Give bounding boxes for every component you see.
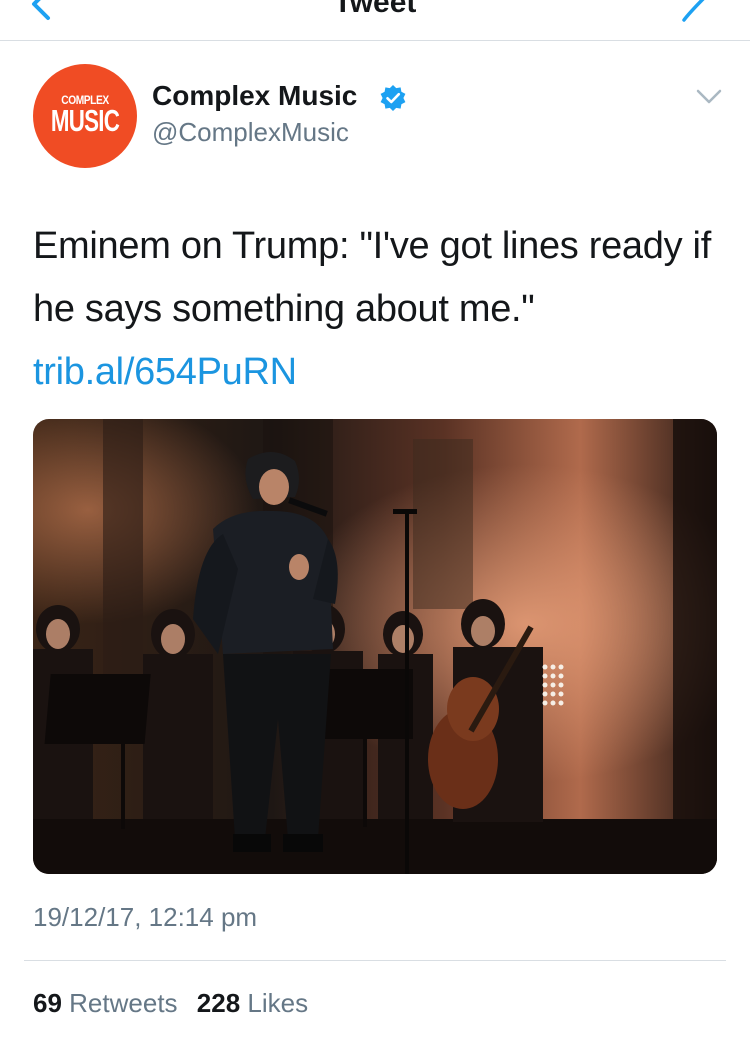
chevron-down-icon[interactable] <box>694 86 724 108</box>
retweets-count: 69 <box>33 988 62 1018</box>
tweet-stats: 69 Retweets 228 Likes <box>33 988 320 1019</box>
likes-stat[interactable]: 228 Likes <box>197 988 308 1018</box>
retweets-label: Retweets <box>69 988 178 1018</box>
author-display-name[interactable]: Complex Music <box>152 80 357 112</box>
avatar-logo-bottom: MUSIC <box>50 103 120 138</box>
verified-icon <box>380 85 406 111</box>
concert-photo-image <box>33 419 717 874</box>
page-title: Tweet <box>333 0 417 19</box>
author-handle[interactable]: @ComplexMusic <box>152 117 349 148</box>
tweet-timestamp: 19/12/17, 12:14 pm <box>33 902 258 932</box>
avatar[interactable]: COMPLEX MUSIC <box>33 64 137 168</box>
compose-icon[interactable] <box>676 0 716 26</box>
likes-count: 228 <box>196 988 241 1018</box>
tweet-text: Eminem on Trump: "I've got lines ready i… <box>33 215 713 404</box>
tweet-photo[interactable] <box>33 419 717 874</box>
navigation-bar: Tweet <box>0 0 750 41</box>
likes-label: Likes <box>247 988 309 1018</box>
retweets-stat[interactable]: 69 Retweets <box>33 988 178 1018</box>
tweet-body: Eminem on Trump: "I've got lines ready i… <box>33 225 711 330</box>
divider <box>24 960 726 961</box>
tweet-link[interactable]: trib.al/654PuRN <box>33 351 297 393</box>
